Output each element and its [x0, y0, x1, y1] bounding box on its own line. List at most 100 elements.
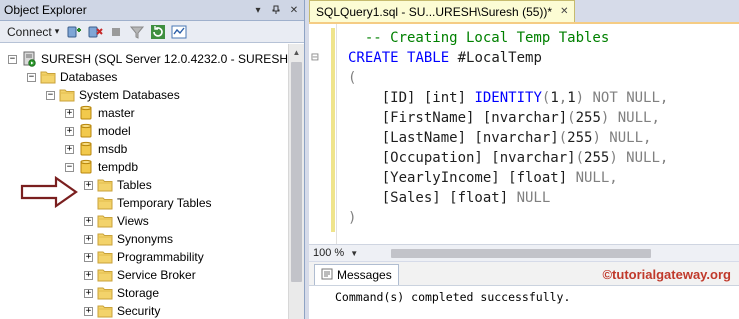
object-explorer-scrollbar[interactable]: ▲: [288, 44, 304, 319]
tree-node-label: Service Broker: [117, 268, 196, 282]
code-line: [LastName] [nvarchar](255) NULL,: [348, 128, 668, 148]
tree-node[interactable]: + msdb: [65, 140, 127, 158]
expand-icon[interactable]: +: [65, 144, 74, 154]
connect-object-explorer-icon[interactable]: [65, 23, 83, 41]
code-token: [Sales] [float]: [348, 190, 517, 206]
horizontal-scrollbar-thumb[interactable]: [391, 249, 651, 258]
code-line: [ID] [int] IDENTITY(1,1) NOT NULL,: [348, 88, 669, 108]
tree-node[interactable]: − SURESH (SQL Server 12.0.4232.0 - SURESH…: [8, 50, 288, 68]
tree-node-label: Synonyms: [117, 232, 174, 246]
code-token: 255: [584, 150, 610, 166]
tree-node[interactable]: + Synonyms: [84, 230, 173, 248]
annotation-arrow-icon: [20, 176, 78, 208]
tree-node[interactable]: + master: [65, 104, 135, 122]
tab-title: SQLQuery1.sql - SU...URESH\Suresh (55))*: [316, 4, 553, 19]
expand-icon[interactable]: +: [84, 252, 93, 262]
code-token: [LastName] [nvarchar]: [348, 130, 559, 146]
tree-node[interactable]: + Security: [84, 302, 160, 319]
messages-icon: [321, 268, 333, 283]
expand-icon[interactable]: +: [65, 126, 74, 136]
tree-node-label: Views: [117, 214, 149, 228]
collapse-icon[interactable]: −: [8, 54, 17, 64]
connect-button[interactable]: Connect ▾: [4, 23, 62, 41]
code-token: TABLE: [407, 50, 450, 66]
disconnect-icon[interactable]: [86, 23, 104, 41]
code-token: [Occupation] [nvarchar]: [348, 150, 576, 166]
expand-icon[interactable]: +: [84, 216, 93, 226]
database-icon: [78, 105, 94, 121]
folder-icon: [97, 213, 113, 229]
tree-node-label: System Databases: [79, 88, 180, 102]
tree-node[interactable]: + Storage: [84, 284, 159, 302]
expand-icon[interactable]: +: [84, 180, 93, 190]
sql-editor[interactable]: -- Creating Local Temp Tables ⊟ CREATE TAB…: [309, 22, 739, 244]
tree-node[interactable]: + Service Broker: [84, 266, 196, 284]
expand-icon[interactable]: +: [84, 288, 93, 298]
watermark: ©tutorialgateway.org: [602, 267, 731, 282]
code-token: #LocalTemp: [449, 50, 542, 66]
scrollbar-thumb[interactable]: [291, 62, 302, 282]
code-token: [FirstName] [nvarchar]: [348, 110, 568, 126]
activity-monitor-icon[interactable]: [170, 23, 188, 41]
code-line: -- Creating Local Temp Tables: [348, 28, 668, 48]
zoom-level[interactable]: 100 %: [313, 247, 344, 259]
database-icon: [78, 159, 94, 175]
tree-node[interactable]: − Databases: [27, 68, 117, 86]
gutter-divider: [336, 24, 337, 244]
tree-node[interactable]: − System Databases: [46, 86, 180, 104]
expand-icon[interactable]: +: [84, 234, 93, 244]
code-token: 1: [550, 90, 559, 106]
collapse-icon[interactable]: −: [27, 72, 36, 82]
tree-node-label: Storage: [117, 286, 160, 300]
refresh-icon[interactable]: [149, 23, 167, 41]
folder-icon: [97, 285, 113, 301]
zoom-dropdown-icon[interactable]: ▼: [350, 249, 358, 258]
tab-sqlquery1[interactable]: SQLQuery1.sql - SU...URESH\Suresh (55))*…: [309, 0, 576, 22]
tree-node[interactable]: + model: [65, 122, 131, 140]
expand-icon[interactable]: +: [65, 108, 74, 118]
code-token: (: [567, 110, 576, 126]
close-tab-icon[interactable]: ✕: [560, 6, 568, 17]
stop-icon[interactable]: [107, 23, 125, 41]
folder-icon: [97, 267, 113, 283]
scroll-up-icon[interactable]: ▲: [289, 44, 304, 60]
window-position-dropdown-icon[interactable]: ▾: [250, 2, 266, 18]
code-token: IDENTITY: [474, 90, 542, 106]
tree-node-label: Databases: [60, 70, 118, 84]
database-icon: [78, 141, 94, 157]
folder-icon: [97, 195, 113, 211]
code-token: ,: [558, 90, 568, 106]
tree-node[interactable]: Temporary Tables: [84, 194, 212, 212]
results-pane: Messages ©tutorialgateway.org Command(s)…: [309, 262, 739, 319]
tree-node[interactable]: + Programmability: [84, 248, 204, 266]
object-explorer-toolbar: Connect ▾: [0, 21, 304, 43]
code-token: ) NULL,: [600, 110, 660, 126]
close-icon[interactable]: ✕: [286, 2, 302, 18]
result-message: Command(s) completed successfully.: [335, 290, 571, 304]
tree-node-label: Temporary Tables: [117, 196, 212, 210]
tree-node[interactable]: + Tables: [84, 176, 152, 194]
collapse-icon[interactable]: −: [65, 162, 74, 172]
object-explorer-titlebar: Object Explorer ▾ ✕: [0, 0, 304, 21]
filter-icon[interactable]: [128, 23, 146, 41]
document-tabstrip: SQLQuery1.sql - SU...URESH\Suresh (55))*…: [309, 0, 739, 22]
expand-icon[interactable]: +: [84, 306, 93, 316]
pin-icon[interactable]: [268, 2, 284, 18]
messages-tab-label: Messages: [337, 268, 392, 282]
zoom-bar: 100 % ▼: [309, 244, 739, 261]
fold-toggle-icon[interactable]: ⊟: [311, 48, 323, 68]
tree-node-label: msdb: [98, 142, 128, 156]
tree-node-label: Security: [117, 304, 161, 318]
code-line: [FirstName] [nvarchar](255) NULL,: [348, 108, 668, 128]
folder-icon: [59, 87, 75, 103]
tree-node[interactable]: + Views: [84, 212, 149, 230]
tree-node-label: Tables: [117, 178, 152, 192]
folder-icon: [97, 249, 113, 265]
horizontal-scrollbar[interactable]: [379, 248, 739, 259]
tree-node[interactable]: − tempdb: [65, 158, 138, 176]
collapse-icon[interactable]: −: [46, 90, 55, 100]
code-area[interactable]: -- Creating Local Temp Tables ⊟ CREATE TAB…: [311, 28, 669, 228]
expand-icon[interactable]: +: [84, 270, 93, 280]
tab-messages[interactable]: Messages: [314, 264, 399, 285]
